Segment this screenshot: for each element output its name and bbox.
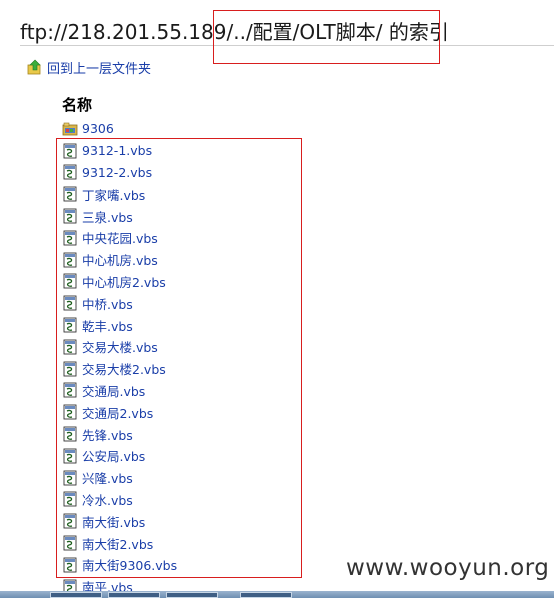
list-item-folder[interactable]: 9306 xyxy=(62,118,177,140)
taskbar-button[interactable] xyxy=(50,592,102,598)
taskbar-button[interactable] xyxy=(240,592,292,598)
up-folder-icon xyxy=(27,59,41,75)
taskbar-button[interactable] xyxy=(166,592,218,598)
column-header-name[interactable]: 名称 xyxy=(62,94,92,115)
folder-link[interactable]: 9306 xyxy=(82,121,114,136)
watermark: www.wooyun.org xyxy=(346,555,550,581)
taskbar-button[interactable] xyxy=(108,592,160,598)
highlight-box-files xyxy=(56,138,302,578)
highlight-box-path xyxy=(213,10,440,64)
parent-folder-link[interactable]: 回到上一层文件夹 xyxy=(27,58,152,77)
taskbar xyxy=(0,591,554,598)
parent-folder-label: 回到上一层文件夹 xyxy=(47,61,152,77)
folder-icon xyxy=(62,122,78,136)
